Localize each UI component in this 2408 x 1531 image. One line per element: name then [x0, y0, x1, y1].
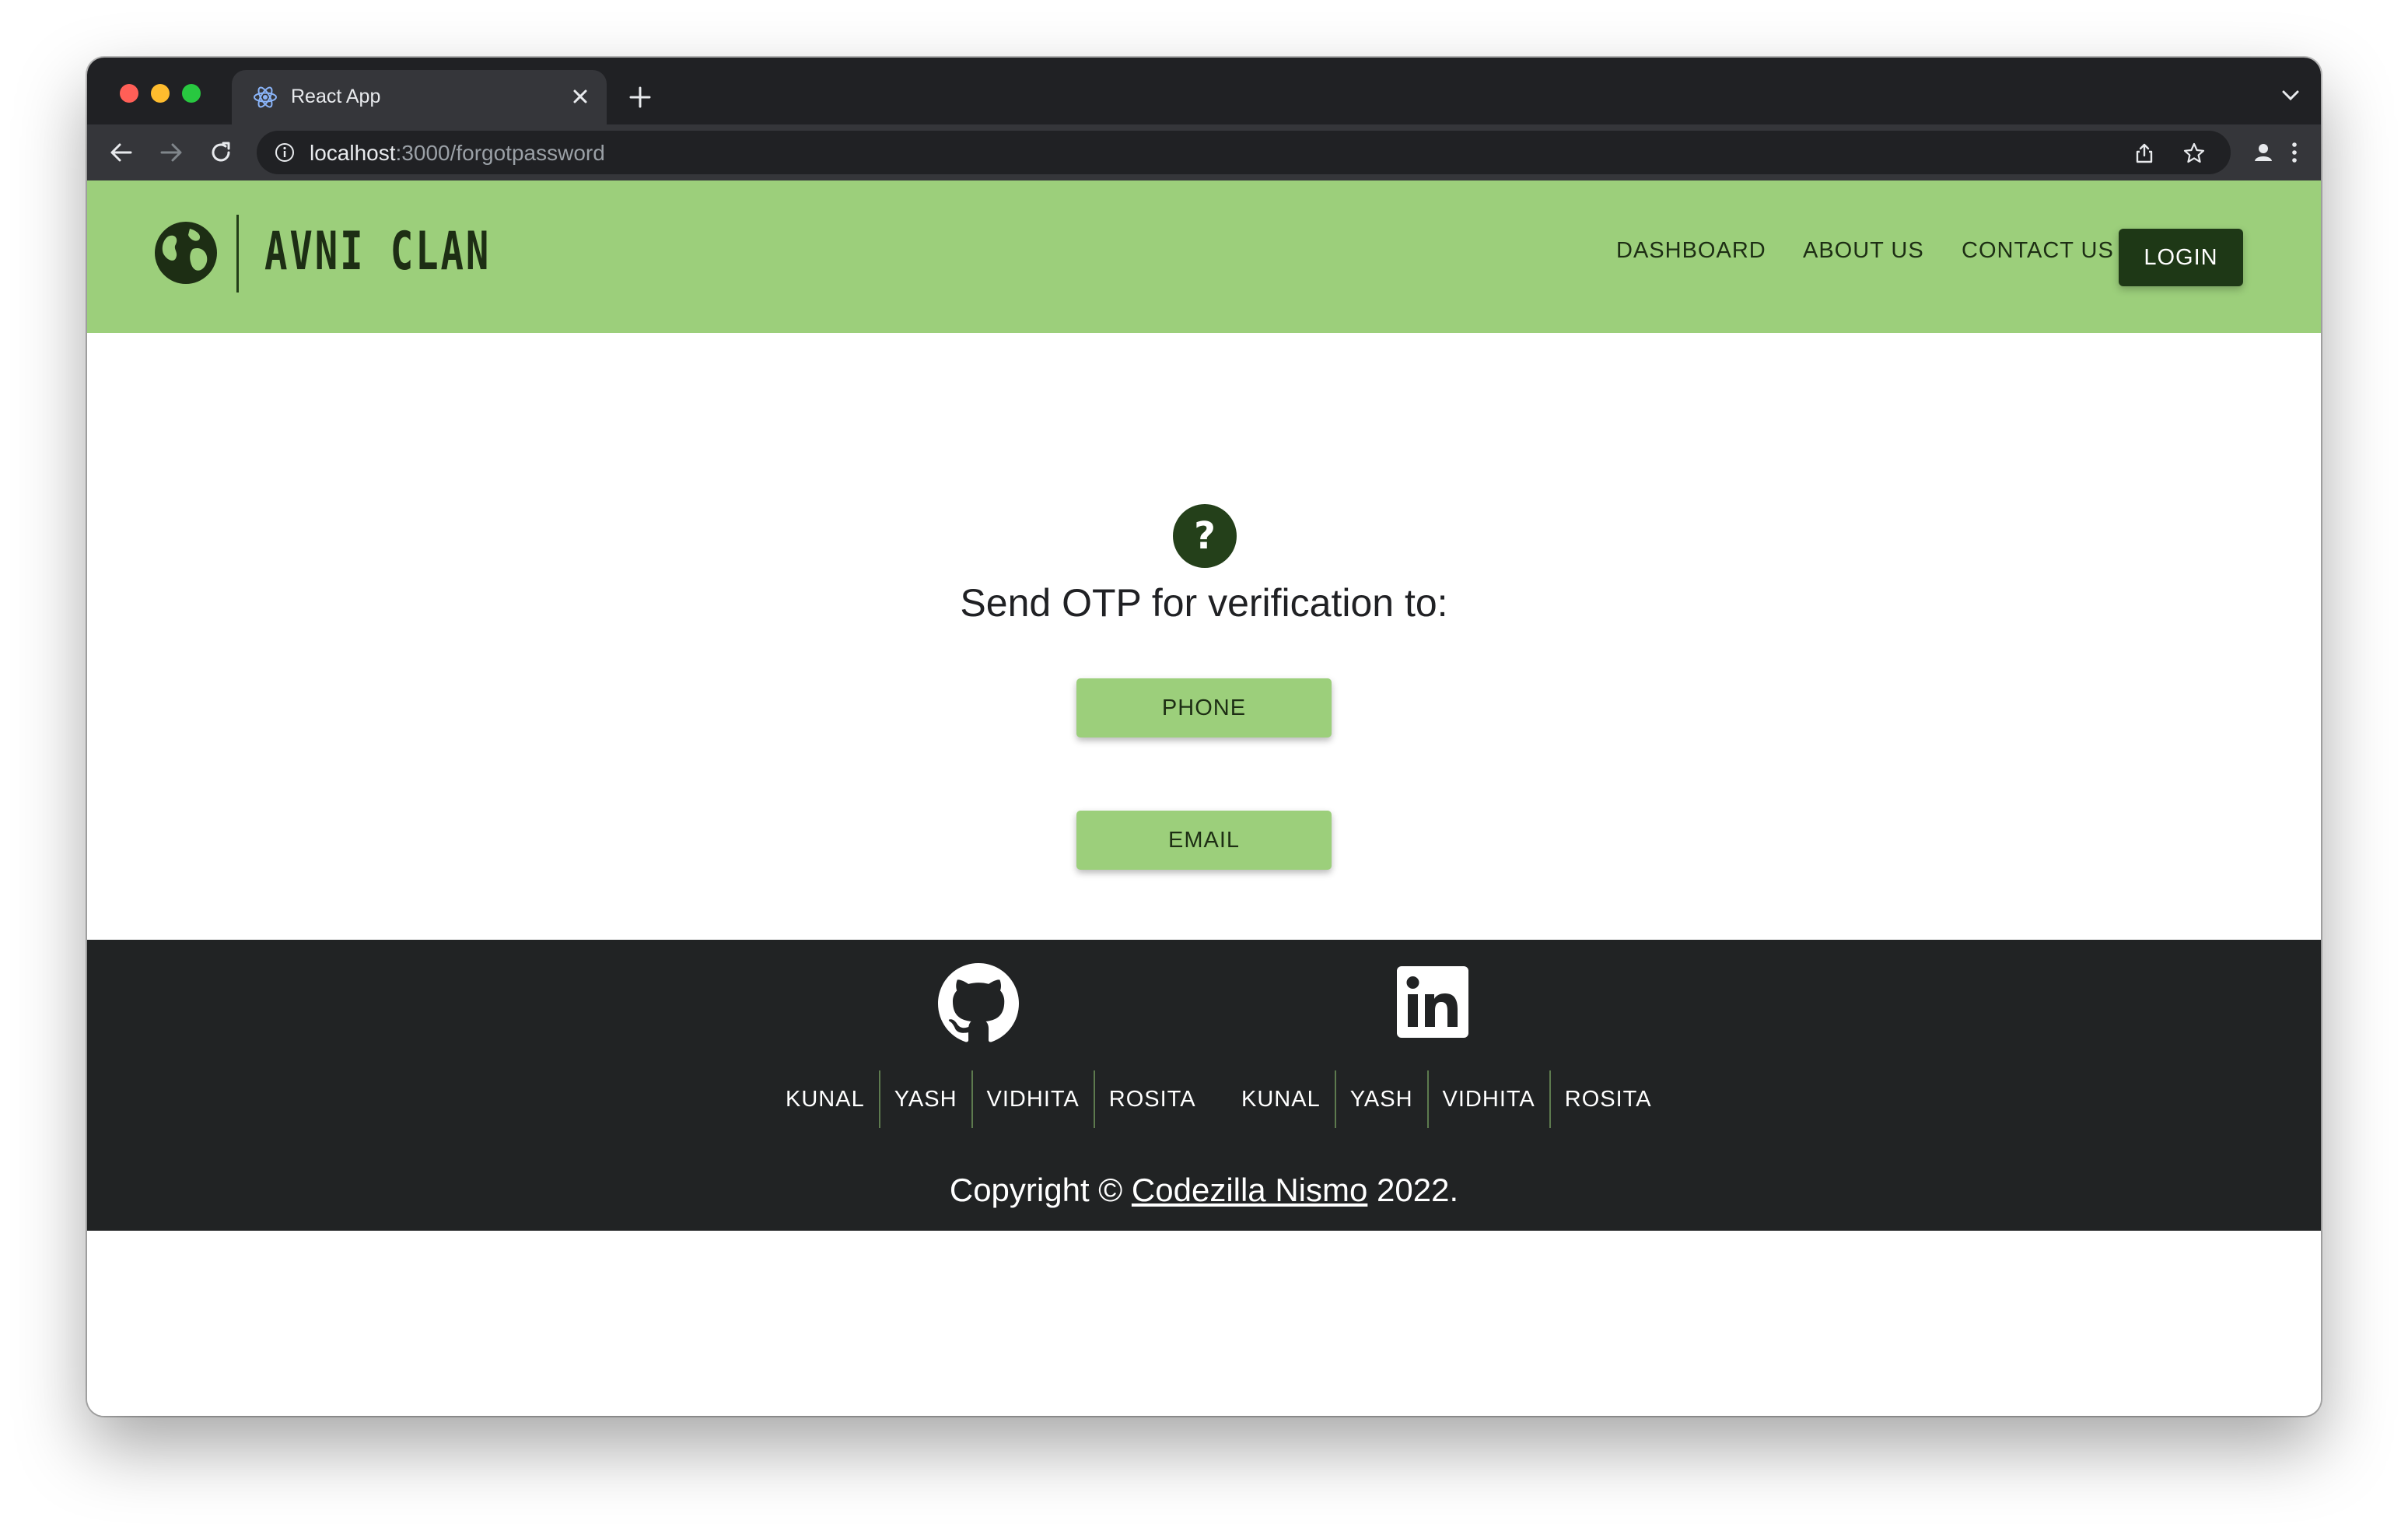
logo-divider	[236, 215, 239, 293]
close-tab-icon[interactable]	[569, 86, 591, 107]
linkedin-member-link[interactable]: VIDHITA	[1426, 1070, 1549, 1128]
login-button[interactable]: LOGIN	[2119, 229, 2243, 286]
linkedin-members: KUNAL YASH VIDHITA ROSITA	[1227, 1070, 1666, 1128]
nav-dashboard[interactable]: DASHBOARD	[1616, 238, 1766, 264]
otp-heading: Send OTP for verification to:	[960, 581, 1448, 625]
github-icon[interactable]	[938, 963, 1019, 1044]
maximize-window-button[interactable]	[182, 84, 201, 103]
email-button[interactable]: EMAIL	[1076, 811, 1332, 870]
back-arrow-icon[interactable]	[107, 138, 135, 166]
question-icon: ?	[1173, 504, 1237, 568]
profile-icon[interactable]	[2249, 138, 2277, 166]
brand-name[interactable]: AVNI CLAN	[264, 221, 491, 282]
bookmark-star-icon[interactable]	[2182, 142, 2206, 165]
globe-icon[interactable]	[152, 219, 219, 286]
chevron-down-icon[interactable]	[2280, 87, 2301, 103]
site-footer: KUNAL YASH VIDHITA ROSITA KUNAL YASH VID…	[87, 940, 2321, 1231]
copyright-prefix: Copyright ©	[949, 1172, 1123, 1208]
site-header: AVNI CLAN DASHBOARD ABOUT US CONTACT US …	[87, 180, 2321, 333]
github-member-link[interactable]: VIDHITA	[971, 1070, 1094, 1128]
linkedin-member-link[interactable]: YASH	[1334, 1070, 1427, 1128]
phone-button[interactable]: PHONE	[1076, 678, 1332, 737]
new-tab-icon[interactable]	[627, 84, 653, 110]
browser-toolbar: localhost:3000/forgotpassword	[87, 124, 2321, 180]
forward-arrow-icon[interactable]	[157, 138, 185, 166]
nav-contact-us[interactable]: CONTACT US	[1962, 238, 2114, 264]
linkedin-member-link[interactable]: ROSITA	[1549, 1070, 1666, 1128]
github-member-link[interactable]: YASH	[878, 1070, 971, 1128]
more-menu-icon[interactable]	[2280, 138, 2308, 166]
reload-icon[interactable]	[207, 138, 235, 166]
browser-tab[interactable]: React App	[232, 70, 607, 124]
url-text[interactable]: localhost:3000/forgotpassword	[310, 141, 605, 166]
web-page: AVNI CLAN DASHBOARD ABOUT US CONTACT US …	[87, 180, 2321, 1416]
copyright-suffix: 2022.	[1377, 1172, 1459, 1208]
linkedin-member-link[interactable]: KUNAL	[1227, 1070, 1335, 1128]
github-member-link[interactable]: KUNAL	[772, 1070, 879, 1128]
title-bar: React App	[87, 58, 2321, 124]
close-window-button[interactable]	[120, 84, 138, 103]
copyright-text: Copyright © Codezilla Nismo 2022.	[87, 1172, 2321, 1209]
tab-title: React App	[291, 86, 381, 107]
minimize-window-button[interactable]	[151, 84, 170, 103]
share-icon[interactable]	[2133, 142, 2156, 165]
nav-about-us[interactable]: ABOUT US	[1803, 238, 1924, 264]
github-member-link[interactable]: ROSITA	[1093, 1070, 1210, 1128]
github-members: KUNAL YASH VIDHITA ROSITA	[772, 1070, 1210, 1128]
info-icon[interactable]	[274, 142, 296, 163]
address-bar[interactable]: localhost:3000/forgotpassword	[257, 131, 2231, 174]
browser-window: React App localhost:3000/forgotpassword …	[87, 58, 2321, 1416]
react-icon	[254, 86, 277, 108]
copyright-link[interactable]: Codezilla Nismo	[1132, 1172, 1367, 1208]
linkedin-icon[interactable]	[1397, 966, 1468, 1038]
